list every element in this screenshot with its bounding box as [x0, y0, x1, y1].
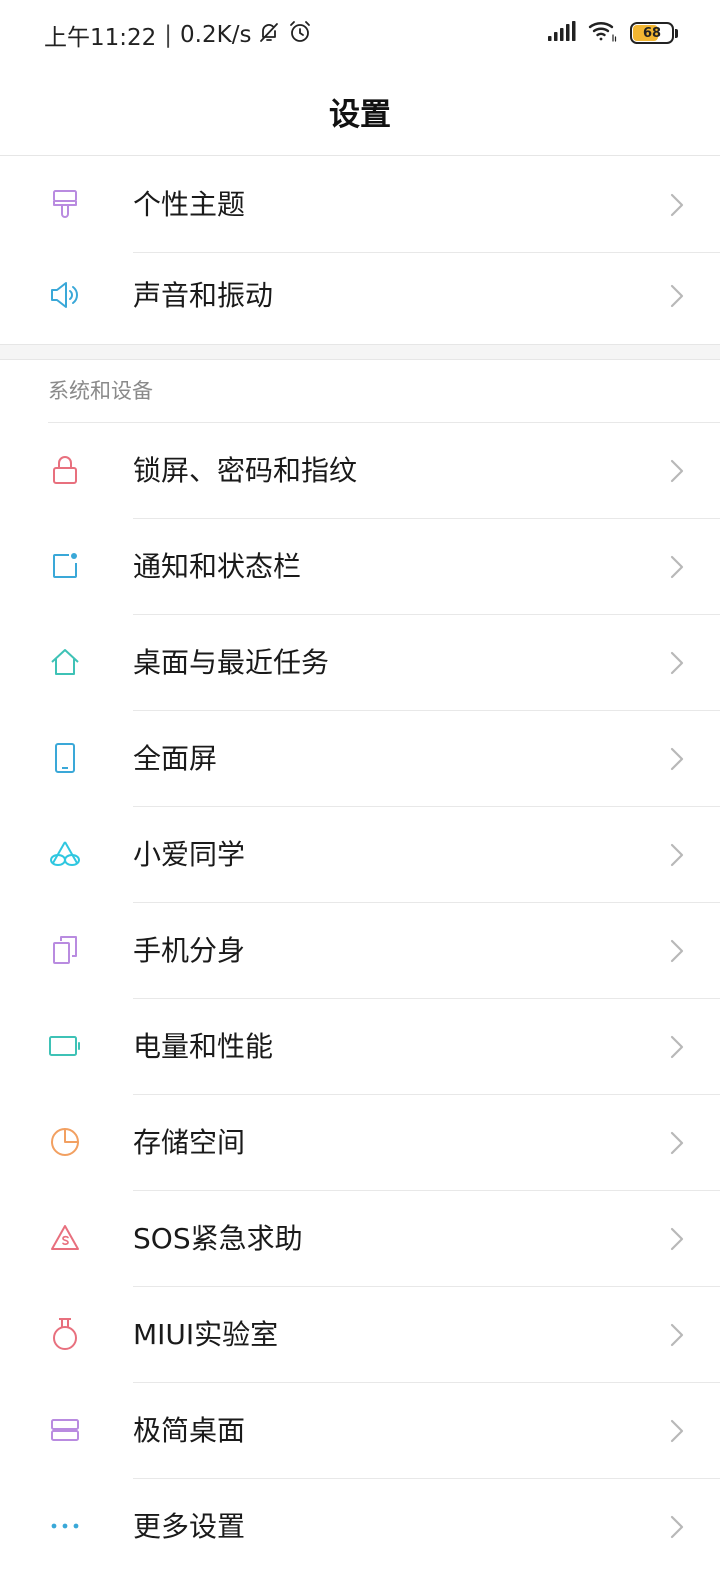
theme-brush-icon	[46, 185, 84, 223]
battery-level: 68	[642, 25, 662, 41]
xiaoai-icon	[46, 835, 84, 873]
settings-item-notifications[interactable]: 通知和状态栏	[0, 519, 720, 615]
page-title: 设置	[329, 97, 391, 133]
settings-item-sos[interactable]: SOS紧急求助	[0, 1191, 720, 1287]
wifi-icon	[588, 20, 618, 46]
settings-item-label: 手机分身	[133, 934, 246, 967]
battery-tip	[675, 28, 678, 38]
settings-item-label: 极简桌面	[133, 1414, 246, 1447]
settings-item-theme[interactable]: 个性主题	[0, 157, 720, 253]
settings-item-lockscreen[interactable]: 锁屏、密码和指纹	[0, 423, 720, 519]
battery-icon: 68	[630, 22, 674, 44]
status-bar: 上午11:22 | 0.2K/s 68	[0, 0, 720, 68]
chevron-right-icon	[670, 939, 684, 963]
group-separator	[0, 344, 720, 360]
settings-item-battery[interactable]: 电量和性能	[0, 999, 720, 1095]
settings-item-label: 更多设置	[133, 1510, 246, 1543]
chevron-right-icon	[670, 1227, 684, 1251]
chevron-right-icon	[670, 651, 684, 675]
chevron-right-icon	[670, 1419, 684, 1443]
settings-item-fullscreen[interactable]: 全面屏	[0, 711, 720, 807]
home-icon	[46, 643, 84, 681]
settings-item-desktop[interactable]: 桌面与最近任务	[0, 615, 720, 711]
chevron-right-icon	[670, 1515, 684, 1539]
settings-item-more[interactable]: 更多设置	[0, 1479, 720, 1575]
settings-item-storage[interactable]: 存储空间	[0, 1095, 720, 1191]
status-left: 上午11:22 | 0.2K/s	[44, 18, 313, 52]
section-header: 系统和设备	[48, 379, 153, 403]
settings-item-label: 锁屏、密码和指纹	[133, 454, 358, 487]
chevron-right-icon	[670, 459, 684, 483]
page-header: 设置	[0, 68, 720, 156]
settings-item-label: MIUI实验室	[133, 1318, 279, 1351]
chevron-right-icon	[670, 284, 684, 308]
simple-desktop-icon	[46, 1411, 84, 1449]
chevron-right-icon	[670, 1035, 684, 1059]
battery-outline-icon	[46, 1027, 84, 1065]
chevron-right-icon	[670, 843, 684, 867]
chevron-right-icon	[670, 1131, 684, 1155]
settings-item-simple-desktop[interactable]: 极简桌面	[0, 1383, 720, 1479]
more-dots-icon	[46, 1507, 84, 1545]
flask-icon	[46, 1315, 84, 1353]
lock-icon	[46, 451, 84, 489]
settings-item-label: 声音和振动	[133, 279, 274, 312]
dual-phone-icon	[46, 931, 84, 969]
settings-item-label: 存储空间	[133, 1126, 246, 1159]
settings-item-label: 个性主题	[133, 188, 246, 221]
status-right: 68	[548, 20, 678, 46]
status-time: 上午11:22	[44, 25, 157, 51]
settings-item-xiaoai[interactable]: 小爱同学	[0, 807, 720, 903]
chevron-right-icon	[670, 747, 684, 771]
chevron-right-icon	[670, 1323, 684, 1347]
settings-item-label: 全面屏	[133, 742, 218, 775]
chevron-right-icon	[670, 193, 684, 217]
pie-chart-icon	[46, 1123, 84, 1161]
status-separator: |	[164, 22, 173, 48]
network-speed: 0.2K/s	[180, 22, 252, 48]
settings-item-label: SOS紧急求助	[133, 1222, 303, 1255]
sos-warning-icon	[46, 1219, 84, 1257]
settings-item-second-space[interactable]: 手机分身	[0, 903, 720, 999]
notification-icon	[46, 547, 84, 585]
settings-item-label: 通知和状态栏	[133, 550, 302, 583]
settings-item-label: 桌面与最近任务	[133, 646, 330, 679]
settings-item-label: 小爱同学	[133, 838, 246, 871]
settings-item-sound[interactable]: 声音和振动	[0, 248, 720, 344]
settings-item-label: 电量和性能	[133, 1030, 274, 1063]
signal-icon	[548, 21, 576, 45]
mute-bell-icon	[257, 20, 281, 50]
settings-item-miui-lab[interactable]: MIUI实验室	[0, 1287, 720, 1383]
phone-screen-icon	[46, 739, 84, 777]
speaker-icon	[46, 276, 84, 314]
chevron-right-icon	[670, 555, 684, 579]
alarm-clock-icon	[287, 19, 313, 51]
